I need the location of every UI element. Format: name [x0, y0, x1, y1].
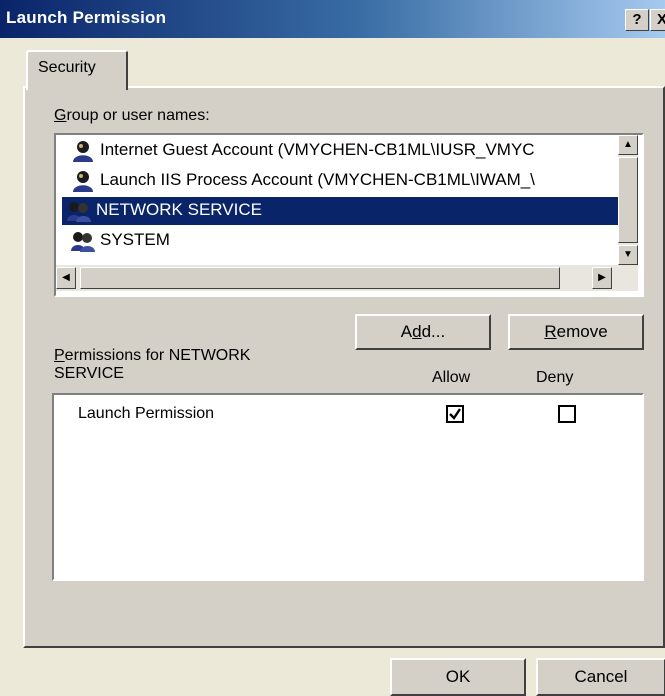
deny-checkbox[interactable]: [558, 405, 576, 423]
permissions-label: Permissions for NETWORK SERVICE: [54, 347, 251, 382]
vertical-scrollbar[interactable]: ▲ ▼: [618, 135, 638, 265]
deny-column-header: Deny: [536, 369, 574, 386]
arrow-left-icon: ◀: [62, 272, 70, 283]
list-item[interactable]: NETWORK SERVICE: [62, 197, 618, 225]
add-button[interactable]: Add...: [355, 314, 491, 350]
group-list-label: Group or user names:: [54, 107, 210, 124]
vertical-scroll-thumb[interactable]: [618, 157, 638, 243]
permissions-list[interactable]: Launch Permission: [52, 393, 644, 581]
permission-name: Launch Permission: [78, 405, 215, 422]
remove-button[interactable]: Remove: [508, 314, 644, 350]
tab-security[interactable]: Security: [26, 50, 128, 90]
group-icon: [67, 202, 91, 222]
user-icon: [73, 141, 93, 162]
allow-checkbox[interactable]: [446, 405, 464, 423]
checkmark-icon: [449, 408, 461, 420]
help-button[interactable]: ?: [625, 9, 649, 31]
arrow-right-icon: ▶: [598, 272, 606, 283]
help-icon: ?: [632, 11, 642, 28]
scroll-down-button[interactable]: ▼: [618, 245, 638, 265]
horizontal-scroll-thumb[interactable]: [80, 267, 560, 289]
group-icon: [71, 232, 95, 252]
horizontal-scrollbar[interactable]: ◀ ▶: [56, 265, 638, 291]
tab-security-label: Security: [38, 59, 96, 76]
title-bar[interactable]: Launch Permission ? X: [0, 0, 665, 38]
allow-column-header: Allow: [432, 369, 471, 386]
group-user-list[interactable]: Internet Guest Account (VMYCHEN-CB1ML\IU…: [54, 133, 644, 297]
scroll-right-button[interactable]: ▶: [592, 267, 612, 289]
user-icon: [73, 171, 93, 192]
launch-permission-dialog: Launch Permission ? X Security Group or …: [0, 0, 665, 696]
arrow-down-icon: ▼: [623, 249, 633, 260]
scroll-left-button[interactable]: ◀: [56, 267, 76, 289]
arrow-up-icon: ▲: [623, 139, 633, 150]
close-button[interactable]: X: [650, 9, 665, 31]
scroll-up-button[interactable]: ▲: [618, 135, 638, 155]
cancel-button[interactable]: Cancel: [536, 658, 665, 696]
window-title: Launch Permission: [6, 8, 167, 27]
close-icon: X: [656, 11, 665, 28]
ok-button[interactable]: OK: [390, 658, 526, 696]
